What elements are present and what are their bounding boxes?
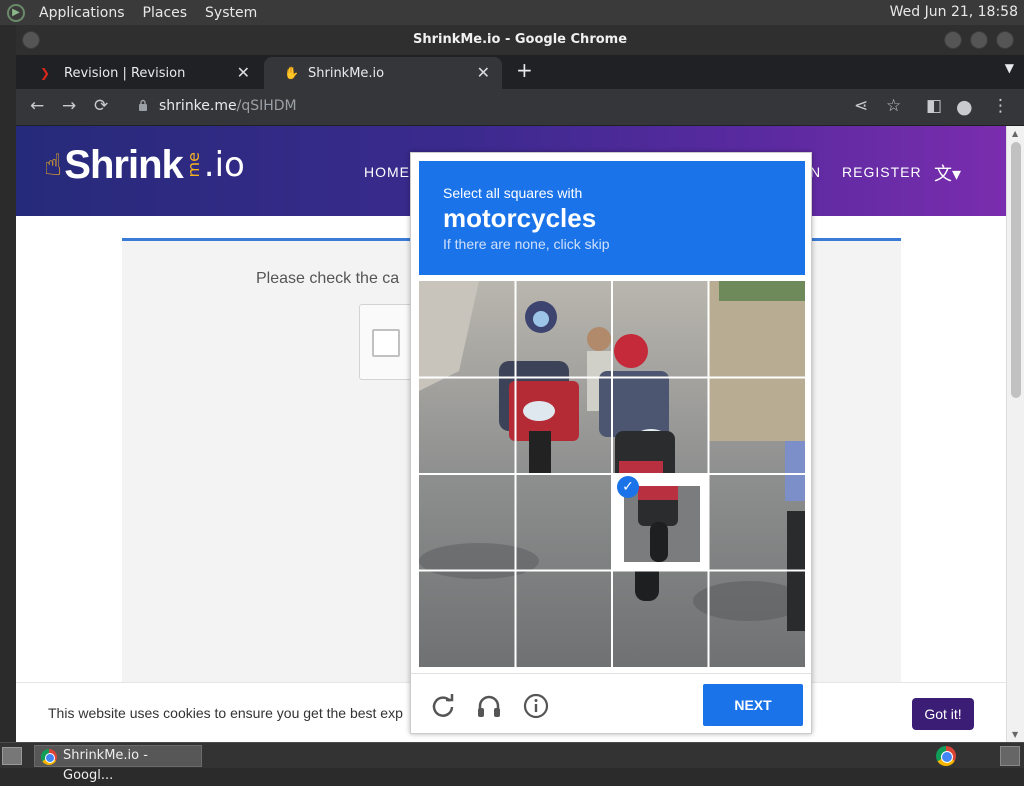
reload-challenge-icon[interactable] bbox=[429, 692, 457, 720]
maximize-button[interactable] bbox=[970, 31, 988, 49]
grid-tile[interactable] bbox=[419, 281, 516, 378]
minimize-button[interactable] bbox=[944, 31, 962, 49]
window-titlebar[interactable]: ShrinkMe.io - Google Chrome bbox=[16, 25, 1024, 55]
nav-home[interactable]: HOME bbox=[364, 164, 410, 180]
scroll-down-icon[interactable]: ▼ bbox=[1012, 730, 1018, 739]
grid-tile[interactable] bbox=[709, 378, 806, 475]
browser-toolbar: ← → ⟳ shrinke.me/qSIHDM ⋖ ☆ ◧ ● ⋮ bbox=[16, 89, 1024, 125]
tray-chrome-icon[interactable] bbox=[936, 746, 956, 766]
grid-tile[interactable] bbox=[419, 474, 516, 571]
next-button[interactable]: NEXT bbox=[703, 684, 803, 726]
grid-tile[interactable] bbox=[612, 474, 709, 571]
help-info-icon[interactable] bbox=[522, 692, 550, 720]
grid-tile[interactable] bbox=[516, 378, 613, 475]
grid-tile[interactable] bbox=[516, 571, 613, 668]
lock-icon[interactable] bbox=[138, 99, 148, 112]
address-bar[interactable]: shrinke.me/qSIHDM bbox=[159, 98, 297, 114]
back-arrow-icon[interactable]: ← bbox=[30, 96, 44, 116]
grid-tile[interactable] bbox=[516, 474, 613, 571]
distro-logo-icon[interactable]: ▶ bbox=[7, 3, 25, 22]
shrinkme-logo[interactable]: ☝ Shrink me .io bbox=[44, 140, 245, 190]
grid-tile[interactable] bbox=[419, 378, 516, 475]
logo-text: Shrink bbox=[64, 142, 183, 187]
top-panel: ▶ Applications Places System Wed Jun 21,… bbox=[0, 0, 1024, 25]
tab-label: Revision | Revision bbox=[64, 65, 186, 81]
grid-tile[interactable] bbox=[612, 378, 709, 475]
clock[interactable]: Wed Jun 21, 18:58 bbox=[890, 4, 1018, 20]
revision-favicon-icon: ❯ bbox=[40, 66, 51, 80]
scroll-up-icon[interactable]: ▲ bbox=[1012, 129, 1018, 138]
reload-icon[interactable]: ⟳ bbox=[94, 96, 108, 116]
close-tab-icon[interactable]: ✕ bbox=[237, 63, 250, 82]
cookie-text: This website uses cookies to ensure you … bbox=[48, 705, 403, 721]
tab-shrinkme[interactable]: ✋ ShrinkMe.io ✕ bbox=[264, 57, 502, 89]
chrome-menu-kebab-icon[interactable]: ⋮ bbox=[992, 96, 1009, 116]
tab-search-chevron-icon[interactable]: ▼ bbox=[1005, 61, 1014, 75]
profile-avatar-icon[interactable]: ● bbox=[956, 96, 973, 118]
forward-arrow-icon[interactable]: → bbox=[62, 96, 76, 116]
challenge-target-word: motorcycles bbox=[443, 203, 597, 233]
nav-register[interactable]: REGISTER bbox=[842, 164, 922, 180]
grid-tile[interactable] bbox=[516, 281, 613, 378]
grid-tile[interactable] bbox=[709, 474, 806, 571]
grid-tile-hotspots bbox=[419, 281, 805, 667]
page-scrollbar[interactable]: ▲ ▼ bbox=[1006, 126, 1024, 742]
close-tab-icon[interactable]: ✕ bbox=[477, 63, 490, 82]
workspace-switcher[interactable] bbox=[1000, 746, 1020, 766]
challenge-header: Select all squares with motorcycles If t… bbox=[419, 161, 805, 275]
hand-logo-icon: ☝ bbox=[44, 147, 63, 183]
bottom-taskbar: ShrinkMe.io - Googl... bbox=[0, 742, 1024, 783]
grid-tile[interactable] bbox=[419, 571, 516, 668]
shrinkme-hand-favicon-icon: ✋ bbox=[284, 66, 299, 80]
side-panel-icon[interactable]: ◧ bbox=[926, 96, 942, 116]
show-desktop-icon[interactable] bbox=[2, 747, 22, 765]
scroll-thumb[interactable] bbox=[1011, 142, 1021, 398]
logo-me: me bbox=[183, 152, 203, 178]
window-title: ShrinkMe.io - Google Chrome bbox=[412, 32, 628, 47]
places-menu[interactable]: Places bbox=[139, 5, 192, 21]
window-menu-icon[interactable] bbox=[22, 31, 40, 49]
taskbar-window-label: ShrinkMe.io - Googl... bbox=[63, 748, 148, 783]
challenge-footer: NEXT bbox=[411, 673, 811, 735]
system-menu[interactable]: System bbox=[201, 5, 261, 21]
audio-challenge-headphones-icon[interactable] bbox=[475, 692, 503, 720]
captcha-instruction-text: Please check the ca bbox=[256, 270, 400, 287]
close-window-button[interactable] bbox=[996, 31, 1014, 49]
grid-tile[interactable] bbox=[709, 571, 806, 668]
challenge-subtitle: If there are none, click skip bbox=[443, 236, 610, 252]
chrome-logo-icon bbox=[41, 749, 57, 765]
challenge-instruction: Select all squares with bbox=[443, 185, 583, 201]
tab-label: ShrinkMe.io bbox=[308, 65, 385, 81]
recaptcha-checkbox[interactable] bbox=[372, 329, 400, 357]
taskbar-chrome-window-button[interactable]: ShrinkMe.io - Googl... bbox=[34, 745, 202, 783]
grid-tile[interactable] bbox=[612, 281, 709, 378]
language-translate-icon[interactable]: 文▾ bbox=[934, 160, 961, 186]
challenge-image-grid: ✓ bbox=[419, 281, 805, 667]
bookmark-star-icon[interactable]: ☆ bbox=[886, 96, 901, 116]
grid-tile[interactable] bbox=[709, 281, 806, 378]
logo-tld: .io bbox=[203, 145, 245, 185]
url-path: /qSIHDM bbox=[236, 98, 297, 114]
tab-revision[interactable]: ❯ Revision | Revision ✕ bbox=[20, 57, 262, 89]
share-icon[interactable]: ⋖ bbox=[854, 96, 868, 116]
new-tab-plus-icon[interactable]: + bbox=[516, 58, 533, 82]
recaptcha-challenge-popup: Select all squares with motorcycles If t… bbox=[410, 152, 812, 734]
url-domain: shrinke.me bbox=[159, 98, 237, 114]
applications-menu[interactable]: Applications bbox=[35, 5, 129, 21]
grid-tile[interactable] bbox=[612, 571, 709, 668]
cookie-accept-button[interactable]: Got it! bbox=[912, 698, 974, 730]
